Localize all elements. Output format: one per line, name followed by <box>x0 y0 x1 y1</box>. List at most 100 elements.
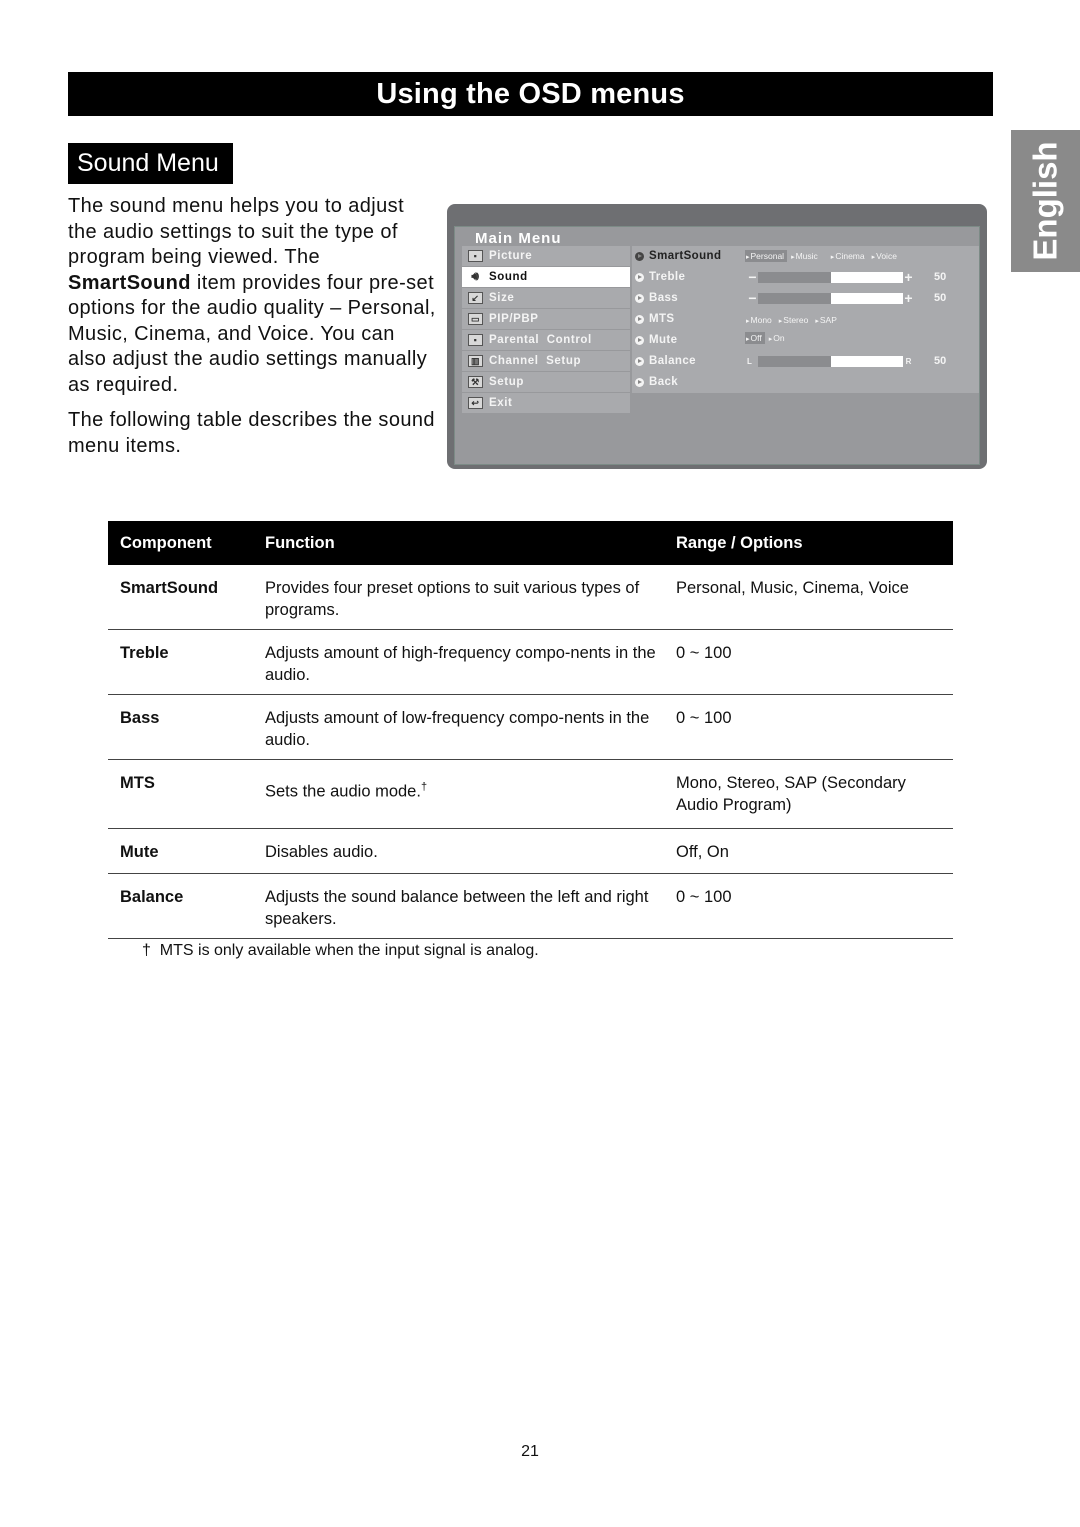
osd-submenu-mts[interactable]: MTS <box>635 309 674 329</box>
smartsound-option-voice[interactable]: Voice <box>871 250 900 262</box>
bass-slider-track[interactable] <box>758 292 903 304</box>
intro-paragraph-2: The following table describes the sound … <box>68 409 435 457</box>
table-row: SmartSound Provides four preset options … <box>108 565 953 630</box>
osd-submenu-label: Mute <box>649 334 678 346</box>
cell-range: 0 ~ 100 <box>664 629 953 695</box>
smartsound-options: Personal Music Cinema Voice <box>745 248 900 264</box>
osd-menu-item-exit[interactable]: ↩ Exit <box>462 393 630 413</box>
balance-slider-fill <box>830 355 903 367</box>
mts-option-mono[interactable]: Mono <box>745 314 775 326</box>
bass-slider-fill <box>830 292 903 304</box>
balance-slider-track[interactable] <box>758 355 903 367</box>
table-header-row: Component Function Range / Options <box>108 521 953 565</box>
osd-menu-item-label: Picture <box>489 250 533 262</box>
osd-submenu-bass[interactable]: Bass <box>635 288 678 308</box>
cell-range: Personal, Music, Cinema, Voice <box>664 565 953 630</box>
cell-function: Disables audio. <box>253 828 664 874</box>
osd-submenu-balance[interactable]: Balance <box>635 351 696 371</box>
cell-function: Adjusts amount of high-frequency compo-n… <box>253 629 664 695</box>
cell-component: MTS <box>108 759 253 829</box>
treble-slider-fill <box>830 271 903 283</box>
size-icon: ↙ <box>468 292 483 304</box>
intro-bold-term: SmartSound <box>68 271 191 294</box>
cell-range: Mono, Stereo, SAP (Secondary Audio Progr… <box>664 759 953 829</box>
balance-right-label: R <box>905 356 912 366</box>
osd-submenu-label: Bass <box>649 292 679 304</box>
osd-menu-item-label: Sound <box>489 271 528 283</box>
cell-range: 0 ~ 100 <box>664 694 953 760</box>
osd-menu-item-sound[interactable]: 🔊︎ Sound <box>462 267 630 287</box>
smartsound-option-cinema[interactable]: Cinema <box>830 250 868 262</box>
osd-submenu-treble[interactable]: Treble <box>635 267 685 287</box>
osd-menu-item-parental-control[interactable]: ▪ Parental Control <box>462 330 630 350</box>
osd-menu-item-label: Parental Control <box>489 334 592 346</box>
osd-menu-item-size[interactable]: ↙ Size <box>462 288 630 308</box>
column-header-function: Function <box>253 521 664 565</box>
table-row: Mute Disables audio. Off, On <box>108 828 953 874</box>
column-header-component: Component <box>108 521 253 565</box>
osd-submenu-label: Back <box>649 376 679 388</box>
table-row: MTS Sets the audio mode.† Mono, Stereo, … <box>108 759 953 829</box>
intro-text-part: The sound menu helps you to adjust the a… <box>68 195 405 268</box>
bullet-arrow-icon <box>635 251 644 261</box>
mts-option-stereo[interactable]: Stereo <box>778 314 812 326</box>
parental-lock-icon: ▪ <box>468 334 483 346</box>
mute-option-on[interactable]: On <box>768 332 788 344</box>
cell-component: SmartSound <box>108 565 253 630</box>
intro-text: The sound menu helps you to adjust the a… <box>68 194 438 469</box>
osd-menu-item-channel-setup[interactable]: ▥ Channel Setup <box>462 351 630 371</box>
mts-options: Mono Stereo SAP <box>745 312 840 328</box>
speaker-icon: 🔊︎ <box>471 269 480 283</box>
osd-screenshot: Main Menu ▪ Picture 🔊︎ Sound ↙ Size ▭ PIP/PB… <box>447 204 987 469</box>
osd-panel: Main Menu ▪ Picture 🔊︎ Sound ↙ Size ▭ PIP/PB… <box>454 226 980 465</box>
plus-icon: + <box>904 269 913 285</box>
bullet-arrow-icon <box>635 293 644 303</box>
picture-icon: ▪ <box>468 250 483 262</box>
osd-menu-item-label: Channel Setup <box>489 355 582 367</box>
smartsound-option-music[interactable]: Music <box>790 250 821 262</box>
treble-slider[interactable]: − + 50 <box>747 269 946 285</box>
pip-icon: ▭ <box>468 313 483 325</box>
treble-slider-track[interactable] <box>758 271 903 283</box>
balance-left-label: L <box>747 356 752 366</box>
mute-option-off[interactable]: Off <box>745 332 765 344</box>
balance-slider[interactable]: L R 50 <box>747 354 946 368</box>
osd-menu-item-label: Exit <box>489 397 513 409</box>
tv-icon: ▥ <box>468 355 483 367</box>
table-footnote: † MTS is only available when the input s… <box>142 942 539 959</box>
sound-menu-table: Component Function Range / Options Smart… <box>108 521 953 939</box>
cell-function: Adjusts amount of low-frequency compo-ne… <box>253 694 664 760</box>
bullet-arrow-icon <box>635 335 644 345</box>
balance-value: 50 <box>934 355 947 367</box>
cell-component: Treble <box>108 629 253 695</box>
osd-submenu-label: Balance <box>649 355 696 367</box>
bullet-arrow-icon <box>635 272 644 282</box>
osd-submenu-back[interactable]: Back <box>635 372 678 392</box>
osd-submenu-label: SmartSound <box>649 250 722 262</box>
bullet-arrow-icon <box>635 356 644 366</box>
osd-submenu-mute[interactable]: Mute <box>635 330 677 350</box>
cell-function: Provides four preset options to suit var… <box>253 565 664 630</box>
osd-menu-item-pip-pbp[interactable]: ▭ PIP/PBP <box>462 309 630 329</box>
cell-function: Adjusts the sound balance between the le… <box>253 873 664 939</box>
osd-submenu-label: MTS <box>649 313 675 325</box>
osd-menu-item-setup[interactable]: ⚒ Setup <box>462 372 630 392</box>
cell-range: Off, On <box>664 828 953 874</box>
bass-value: 50 <box>934 292 947 304</box>
osd-heading: Main Menu <box>475 230 562 247</box>
osd-sound-submenu: SmartSound Treble Bass MTS Mute Balance … <box>632 246 979 393</box>
bass-slider[interactable]: − + 50 <box>747 290 947 306</box>
cell-component: Mute <box>108 828 253 874</box>
osd-submenu-smartsound[interactable]: SmartSound <box>635 246 721 266</box>
osd-menu-item-picture[interactable]: ▪ Picture <box>462 246 630 266</box>
minus-icon: − <box>748 290 757 306</box>
osd-main-menu: ▪ Picture 🔊︎ Sound ↙ Size ▭ PIP/PBP ▪ Parenta… <box>462 246 630 414</box>
cell-function-text: Sets the audio mode. <box>265 782 421 801</box>
mts-option-sap[interactable]: SAP <box>814 314 840 326</box>
bullet-arrow-icon <box>635 377 644 387</box>
smartsound-option-personal[interactable]: Personal <box>745 250 788 262</box>
section-title: Sound Menu <box>68 143 233 184</box>
page-number: 21 <box>521 1443 539 1460</box>
minus-icon: − <box>748 269 757 285</box>
cell-component: Balance <box>108 873 253 939</box>
